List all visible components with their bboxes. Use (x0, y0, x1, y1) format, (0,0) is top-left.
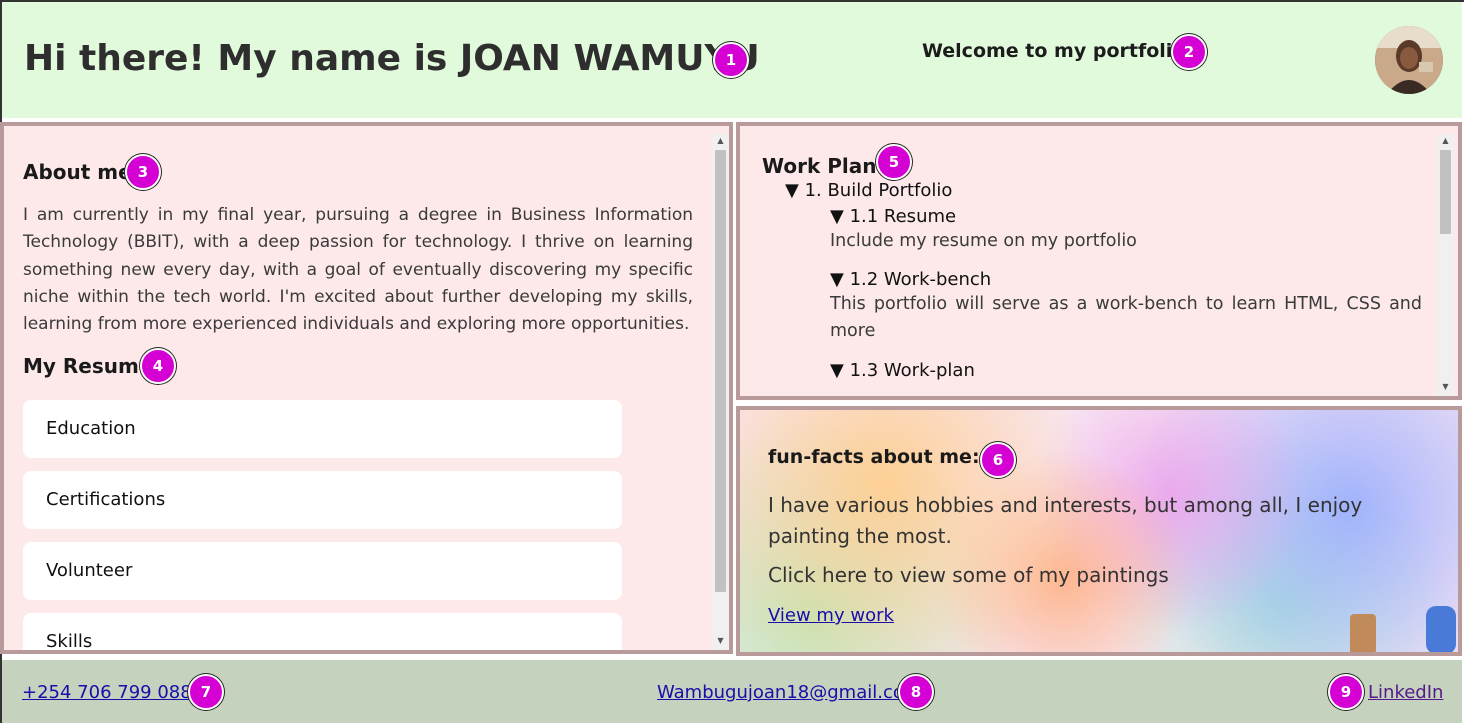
about-scrollbar[interactable]: ▲ ▼ (712, 134, 729, 650)
workplan-panel: Work Plan 5 ▼ 1. Build Portfolio ▼ 1.1 R… (736, 122, 1462, 400)
scroll-down-icon[interactable]: ▼ (1437, 380, 1454, 394)
scroll-thumb[interactable] (1440, 150, 1451, 234)
email-link[interactable]: Wambugujoan18@gmail.com (657, 682, 921, 703)
workplan-item-resume[interactable]: ▼ 1.1 Resume (830, 206, 956, 227)
page-footer: +254 706 799 088 7 Wambugujoan18@gmail.c… (2, 660, 1462, 723)
workplan-resume-desc: Include my resume on my portfolio (830, 231, 1137, 251)
linkedin-link[interactable]: LinkedIn (1368, 682, 1443, 703)
scroll-thumb[interactable] (715, 150, 726, 592)
resume-item-certifications[interactable]: Certifications (23, 471, 622, 529)
annotation-badge: 9 (1328, 674, 1364, 710)
phone-link[interactable]: +254 706 799 088 (22, 682, 192, 703)
annotation-badge: 4 (140, 348, 176, 384)
annotation-badge: 5 (876, 144, 912, 180)
annotation-badge: 8 (898, 674, 934, 710)
workplan-item-workbench[interactable]: ▼ 1.2 Work-bench (830, 269, 991, 290)
workplan-scrollbar[interactable]: ▲ ▼ (1437, 134, 1454, 396)
annotation-badge: 2 (1171, 34, 1207, 70)
annotation-badge: 6 (980, 442, 1016, 478)
funfacts-prompt: Click here to view some of my paintings (768, 563, 1169, 587)
view-work-link[interactable]: View my work (768, 605, 894, 626)
annotation-badge: 1 (713, 42, 749, 78)
workplan-heading: Work Plan (762, 154, 877, 178)
annotation-badge: 3 (125, 154, 161, 190)
page-header: Hi there! My name is JOAN WAMUYU 1 Welco… (2, 2, 1462, 118)
scroll-up-icon[interactable]: ▲ (712, 134, 729, 148)
page-title: Hi there! My name is JOAN WAMUYU (24, 38, 760, 79)
resume-item-skills[interactable]: Skills (23, 613, 622, 650)
about-heading: About me (23, 160, 132, 184)
funfacts-heading: fun-facts about me: (768, 446, 980, 468)
funfacts-text: I have various hobbies and interests, bu… (768, 493, 1363, 548)
about-panel: About me 3 I am currently in my final ye… (0, 122, 733, 654)
resume-heading: My Resume (23, 354, 153, 378)
annotation-badge: 7 (188, 674, 224, 710)
resume-item-education[interactable]: Education (23, 400, 622, 458)
workplan-item-build-portfolio[interactable]: ▼ 1. Build Portfolio (785, 180, 952, 201)
funfacts-panel: fun-facts about me: 6 I have various hob… (736, 406, 1462, 656)
resume-item-volunteer[interactable]: Volunteer (23, 542, 622, 600)
scroll-down-icon[interactable]: ▼ (712, 634, 729, 648)
paint-brush-illustration (1350, 606, 1456, 652)
workplan-workbench-desc: This portfolio will serve as a work-benc… (830, 294, 1422, 341)
workplan-item-workplan[interactable]: ▼ 1.3 Work-plan (830, 360, 975, 381)
about-text: I am currently in my final year, pursuin… (23, 205, 693, 335)
scroll-up-icon[interactable]: ▲ (1437, 134, 1454, 148)
avatar (1375, 26, 1443, 94)
welcome-text: Welcome to my portfolio (922, 40, 1186, 62)
avatar-photo (1375, 26, 1443, 94)
